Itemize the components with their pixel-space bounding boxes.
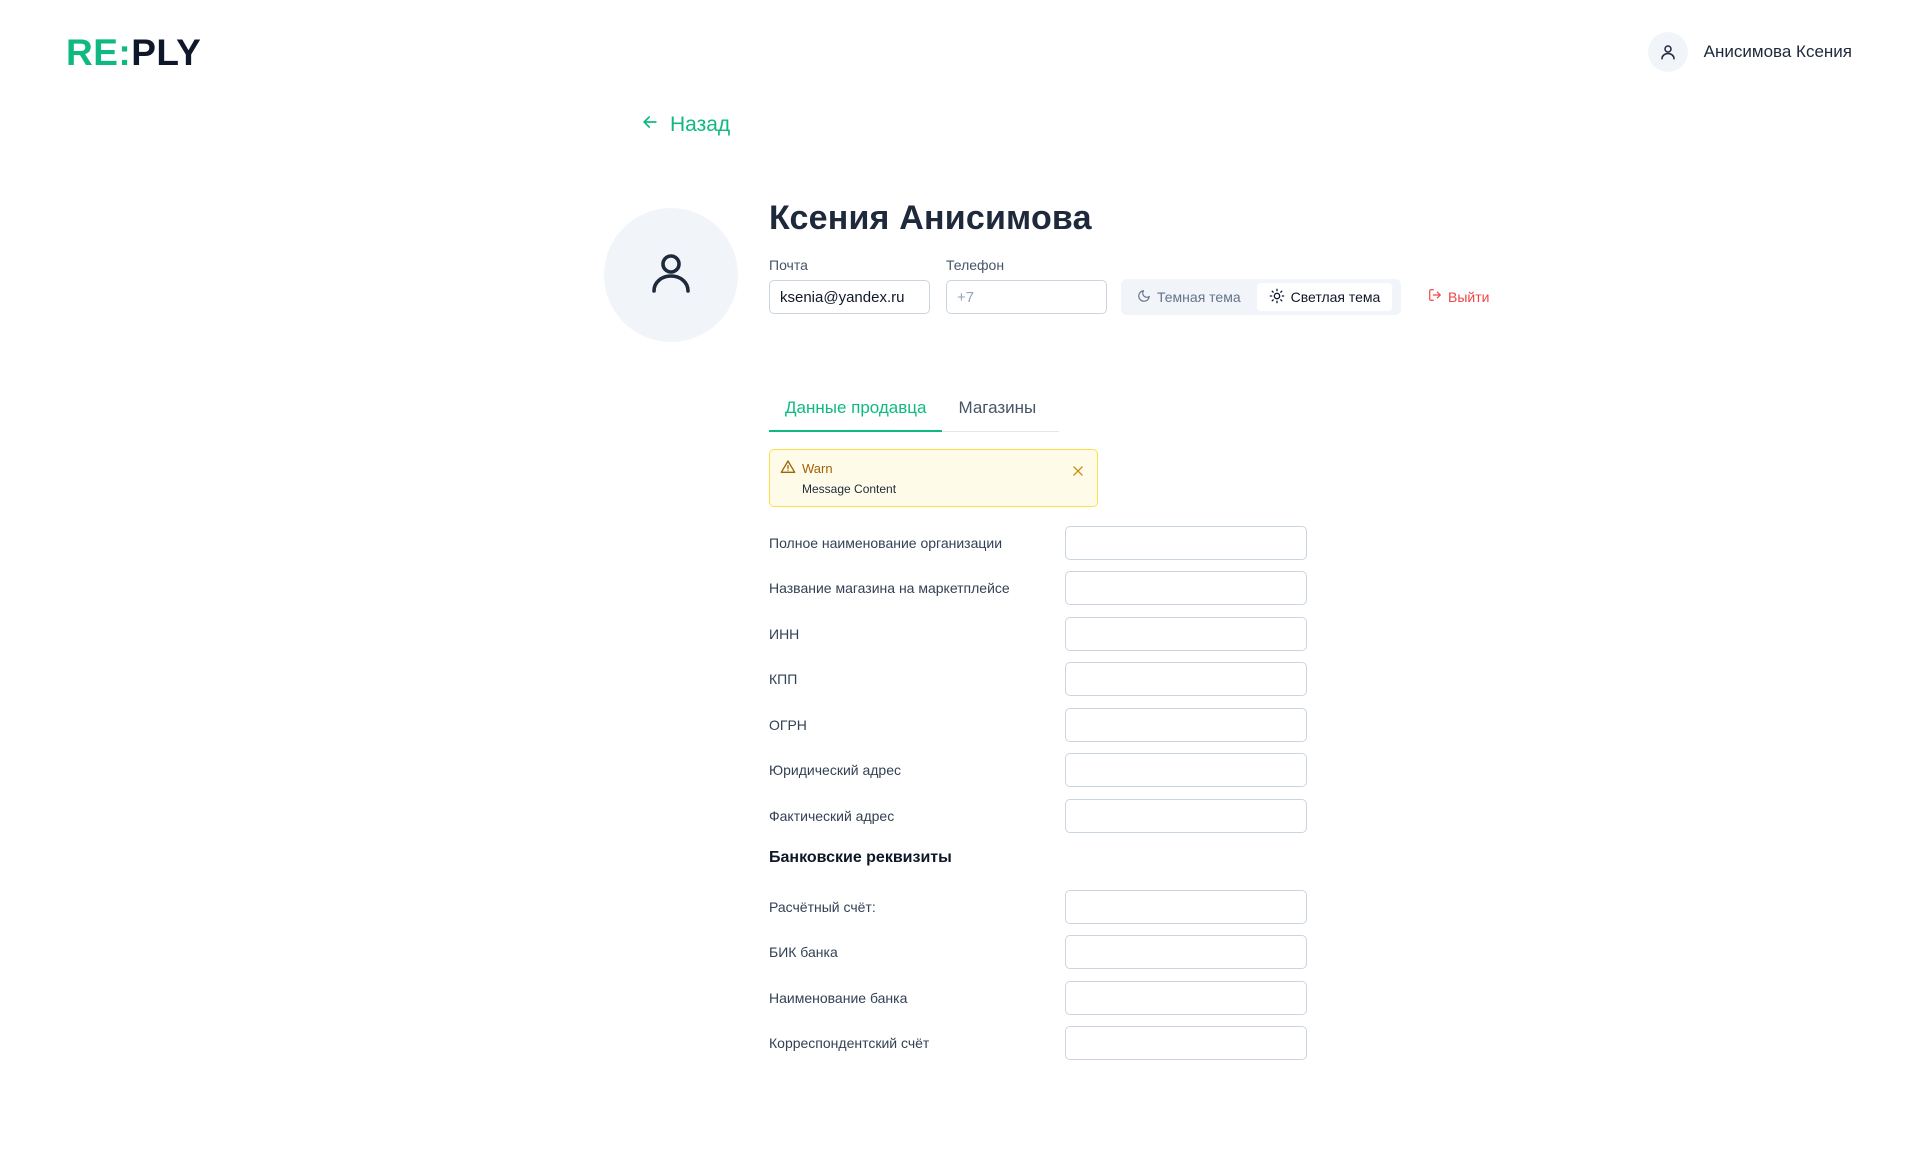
tabs: Данные продавца Магазины: [769, 398, 1059, 432]
field-label-legal-address: Юридический адрес: [769, 762, 902, 778]
bank-details-title: Банковские реквизиты: [769, 849, 952, 866]
logo-part-ply: PLY: [131, 32, 202, 73]
field-label-inn: ИНН: [769, 626, 800, 642]
logo-part-re: RE:: [66, 32, 132, 73]
field-label-shop-name: Название магазина на маркетплейсе: [769, 580, 1010, 596]
field-label-ogrn: ОГРН: [769, 717, 807, 733]
field-label-bank-name: Наименование банка: [769, 990, 908, 1006]
field-label-full-org-name: Полное наименование организации: [769, 535, 1003, 551]
tab-seller-data[interactable]: Данные продавца: [769, 398, 943, 432]
ogrn-input[interactable]: [1065, 708, 1307, 742]
phone-field[interactable]: [946, 280, 1107, 314]
user-icon: [647, 249, 695, 302]
bank-name-input[interactable]: [1065, 981, 1307, 1015]
logout-icon: [1428, 288, 1442, 305]
field-label-actual-address: Фактический адрес: [769, 808, 895, 824]
full-org-name-input[interactable]: [1065, 526, 1307, 560]
app-header: RE:PLY Анисимова Ксения: [0, 0, 1920, 104]
theme-toggle: Темная тема Светлая тема: [1121, 279, 1401, 315]
close-icon[interactable]: [1071, 464, 1085, 483]
user-name[interactable]: Анисимова Ксения: [1704, 42, 1852, 62]
field-label-settlement-account: Расчётный счёт:: [769, 899, 876, 915]
email-field[interactable]: [769, 280, 930, 314]
phone-label: Телефон: [946, 257, 1005, 273]
user-menu[interactable]: Анисимова Ксения: [1647, 32, 1852, 72]
field-label-correspondent-account: Корреспондентский счёт: [769, 1035, 930, 1051]
bik-input[interactable]: [1065, 935, 1307, 969]
logout-label: Выйти: [1448, 288, 1490, 305]
back-label: Назад: [670, 113, 731, 136]
warning-icon: [780, 459, 796, 480]
back-link[interactable]: Назад: [640, 112, 730, 138]
warning-content: Message Content: [802, 482, 897, 496]
correspondent-account-input[interactable]: [1065, 1026, 1307, 1060]
moon-icon: [1137, 289, 1151, 306]
logout-button[interactable]: Выйти: [1428, 288, 1489, 305]
field-label-kpp: КПП: [769, 671, 798, 687]
light-theme-label: Светлая тема: [1290, 289, 1381, 305]
sun-icon: [1269, 288, 1285, 307]
arrow-left-icon: [640, 112, 660, 138]
user-icon[interactable]: [1647, 32, 1688, 72]
inn-input[interactable]: [1065, 617, 1307, 651]
tab-shops[interactable]: Магазины: [942, 398, 1052, 432]
field-label-bik: БИК банка: [769, 944, 838, 960]
warning-title: Warn: [802, 461, 833, 476]
dark-theme-label: Темная тема: [1157, 289, 1241, 305]
light-theme-button[interactable]: Светлая тема: [1256, 283, 1393, 311]
email-label: Почта: [769, 257, 808, 273]
dark-theme-button[interactable]: Темная тема: [1125, 283, 1253, 311]
settlement-account-input[interactable]: [1065, 890, 1307, 924]
profile-avatar: [604, 208, 738, 342]
profile-name: Ксения Анисимова: [769, 199, 1092, 237]
actual-address-input[interactable]: [1065, 799, 1307, 833]
shop-name-input[interactable]: [1065, 571, 1307, 605]
warning-message: Warn Message Content: [769, 449, 1098, 507]
logo[interactable]: RE:PLY: [66, 34, 201, 71]
kpp-input[interactable]: [1065, 662, 1307, 696]
legal-address-input[interactable]: [1065, 753, 1307, 787]
